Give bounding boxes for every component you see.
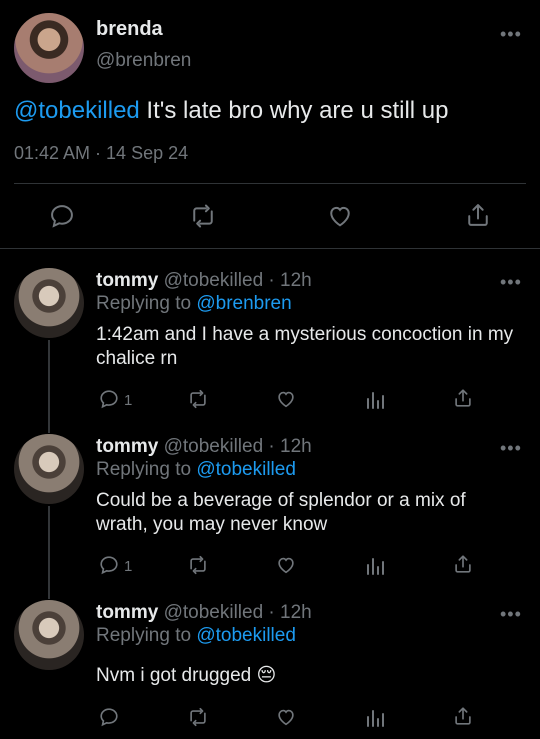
replying-prefix: Replying to xyxy=(96,293,192,314)
timestamp[interactable]: 01:42 AM · 14 Sep 24 xyxy=(14,143,188,164)
retweet-icon[interactable] xyxy=(186,388,210,410)
replying-to: Replying to @tobekilled xyxy=(96,625,296,647)
tweet-text: @tobekilled It's late bro why are u stil… xyxy=(14,96,448,126)
thread-line xyxy=(48,506,50,599)
share-icon[interactable] xyxy=(464,200,492,230)
thread-line xyxy=(48,340,50,433)
analytics-bars-icon[interactable] xyxy=(365,554,385,576)
replying-prefix: Replying to xyxy=(96,459,192,480)
display-name[interactable]: tommy xyxy=(96,602,158,623)
reply-bubble-icon[interactable] xyxy=(48,202,76,230)
reply-header: tommy @tobekilled · 12h xyxy=(96,270,312,292)
reply-text: Could be a beverage of splendor or a mix… xyxy=(96,490,466,535)
reply-bubble-icon[interactable] xyxy=(98,706,120,728)
tweet-body: It's late bro why are u still up xyxy=(139,97,449,124)
share-icon[interactable] xyxy=(452,704,474,728)
reply-header: tommy @tobekilled · 12h xyxy=(96,436,312,458)
tweet-actions xyxy=(0,196,540,236)
reply-count: 1 xyxy=(124,558,133,575)
display-name[interactable]: tommy xyxy=(96,270,158,291)
replying-to: Replying to @brenbren xyxy=(96,293,292,315)
reply-text: 1:42am and I have a mysterious concoctio… xyxy=(96,324,514,369)
heart-icon[interactable] xyxy=(275,554,297,576)
display-name[interactable]: tommy xyxy=(96,436,158,457)
retweet-icon[interactable] xyxy=(188,202,218,230)
replying-to-link[interactable]: @brenbren xyxy=(196,293,291,314)
replying-to-link[interactable]: @tobekilled xyxy=(196,459,296,480)
heart-icon[interactable] xyxy=(275,388,297,410)
reply-count: 1 xyxy=(124,392,133,409)
heart-icon[interactable] xyxy=(275,706,297,728)
divider xyxy=(0,248,540,249)
divider xyxy=(14,183,526,184)
more-horizontal-icon[interactable]: ••• xyxy=(500,24,522,45)
avatar-tommy[interactable] xyxy=(14,434,84,504)
avatar-tommy[interactable] xyxy=(14,268,84,338)
avatar-tommy[interactable] xyxy=(14,600,84,670)
reply-text: Nvm i got drugged 😔 xyxy=(96,665,277,686)
reply-header: tommy @tobekilled · 12h xyxy=(96,602,312,624)
retweet-icon[interactable] xyxy=(186,554,210,576)
replying-to-link[interactable]: @tobekilled xyxy=(196,625,296,646)
more-horizontal-icon[interactable]: ••• xyxy=(500,272,522,293)
mention-link[interactable]: @tobekilled xyxy=(14,97,140,124)
replying-prefix: Replying to xyxy=(96,625,192,646)
handle[interactable]: @brenbren xyxy=(96,50,191,72)
more-horizontal-icon[interactable]: ••• xyxy=(500,604,522,625)
handle-time: @tobekilled · 12h xyxy=(163,436,312,457)
more-horizontal-icon[interactable]: ••• xyxy=(500,438,522,459)
share-icon[interactable] xyxy=(452,386,474,410)
analytics-bars-icon[interactable] xyxy=(365,706,385,728)
retweet-icon[interactable] xyxy=(186,706,210,728)
reply-bubble-icon[interactable] xyxy=(98,388,120,410)
share-icon[interactable] xyxy=(452,552,474,576)
heart-icon[interactable] xyxy=(326,202,354,230)
replying-to: Replying to @tobekilled xyxy=(96,459,296,481)
analytics-bars-icon[interactable] xyxy=(365,388,385,410)
display-name[interactable]: brenda xyxy=(96,18,163,41)
handle-time: @tobekilled · 12h xyxy=(163,602,312,623)
handle-time: @tobekilled · 12h xyxy=(163,270,312,291)
reply-bubble-icon[interactable] xyxy=(98,554,120,576)
avatar-brenda[interactable] xyxy=(14,13,84,83)
